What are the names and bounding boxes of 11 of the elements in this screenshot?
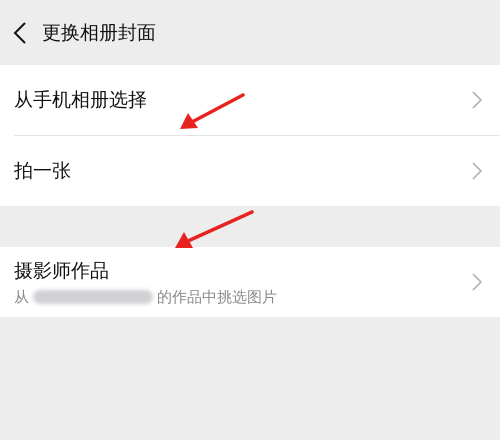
chevron-icon bbox=[472, 273, 482, 291]
item-title: 拍一张 bbox=[14, 159, 71, 184]
item-title: 从手机相册选择 bbox=[14, 88, 147, 113]
annotation-arrow bbox=[180, 93, 245, 129]
item-title: 摄影师作品 bbox=[14, 258, 109, 284]
subtitle-text: 从 bbox=[14, 288, 29, 306]
subtitle-text: 的作品中挑选图片 bbox=[157, 288, 277, 306]
chevron-icon bbox=[472, 91, 482, 109]
chevron-icon bbox=[472, 162, 482, 180]
page-title: 更换相册封面 bbox=[42, 20, 156, 46]
back-icon[interactable] bbox=[12, 20, 28, 44]
